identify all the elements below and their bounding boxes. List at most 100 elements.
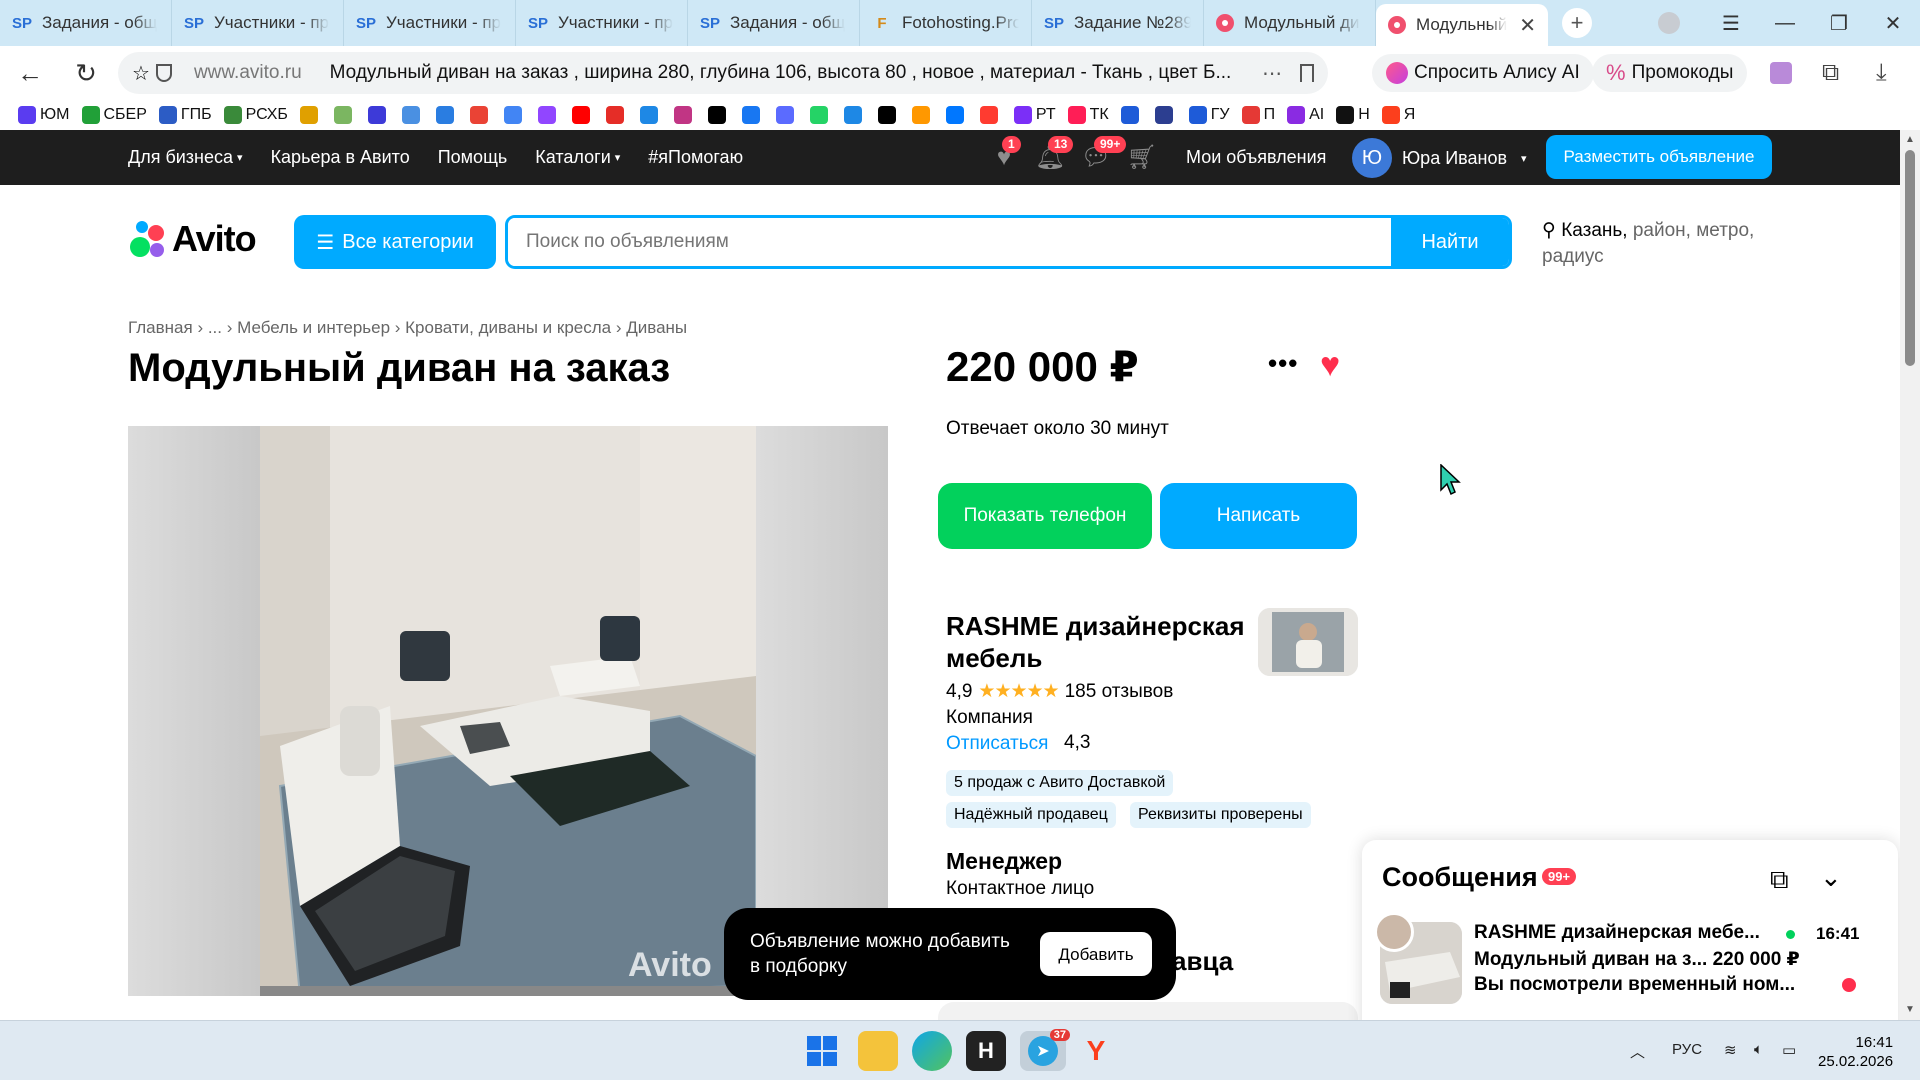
- bell-icon[interactable]: 🔔︎ 13: [1035, 135, 1074, 172]
- write-message-button[interactable]: Написать: [1160, 483, 1357, 549]
- nav-ya-pomogayu[interactable]: #яПомогаю: [648, 147, 743, 168]
- browser-tab[interactable]: SP Задание №289: [1032, 0, 1204, 46]
- edge-icon[interactable]: [912, 1031, 952, 1071]
- seller-rating[interactable]: 4,9 ★★★★★ 185 отзывов: [946, 680, 1173, 703]
- cart-icon[interactable]: 🛒︎: [1127, 144, 1157, 172]
- chat-name[interactable]: RASHME дизайнерская мебе...: [1474, 922, 1774, 944]
- bookmark-item[interactable]: [843, 106, 866, 124]
- collapse-chevron-icon[interactable]: ⌄: [1820, 862, 1842, 893]
- promo-button[interactable]: % Промокоды: [1592, 54, 1748, 92]
- browser-tab[interactable]: SP Участники - пр: [516, 0, 688, 46]
- browser-tab[interactable]: SP Участники - пр: [172, 0, 344, 46]
- avito-logo[interactable]: Avito: [128, 218, 257, 260]
- bookmark-item[interactable]: [639, 106, 662, 124]
- page-scrollbar[interactable]: ▲ ▼: [1900, 130, 1920, 1020]
- show-phone-button[interactable]: Показать телефон: [938, 483, 1152, 549]
- browser-tab[interactable]: SP Задания - общ: [688, 0, 860, 46]
- bookmark-item[interactable]: Н: [1336, 106, 1370, 124]
- star-icon[interactable]: ☆: [132, 61, 150, 86]
- yandex-browser-icon[interactable]: Y: [1076, 1031, 1116, 1071]
- battery-icon[interactable]: ▭: [1782, 1041, 1796, 1059]
- bookmark-item[interactable]: РТ: [1013, 106, 1056, 124]
- browser-tab[interactable]: SP Задания - общ: [0, 0, 172, 46]
- nav-catalogs[interactable]: Каталоги ▾: [535, 147, 620, 168]
- crumb[interactable]: Главная: [128, 318, 193, 337]
- favorites-heart-icon[interactable]: ♥ 1: [990, 135, 1021, 172]
- crumb[interactable]: Диваны: [626, 318, 687, 337]
- open-external-icon[interactable]: ⧉: [1770, 864, 1789, 896]
- scroll-down-icon[interactable]: ▼: [1905, 1004, 1915, 1015]
- more-options-icon[interactable]: •••: [1268, 348, 1298, 379]
- reload-icon[interactable]: ↻: [58, 58, 114, 89]
- start-icon[interactable]: [802, 1031, 842, 1071]
- bookmark-item[interactable]: [299, 106, 322, 124]
- scroll-up-icon[interactable]: ▲: [1905, 134, 1915, 145]
- bookmark-item[interactable]: П: [1241, 106, 1275, 124]
- seller-name[interactable]: RASHME дизайнерская мебель: [946, 610, 1266, 674]
- browser-tab[interactable]: F Fotohosting.Pro: [860, 0, 1032, 46]
- file-explorer-icon[interactable]: [858, 1031, 898, 1071]
- bookmark-item[interactable]: [707, 106, 730, 124]
- browser-tab[interactable]: Модульный ди: [1204, 0, 1376, 46]
- bookmark-item[interactable]: ТК: [1067, 106, 1109, 124]
- wifi-icon[interactable]: ≋: [1724, 1041, 1737, 1059]
- all-categories-button[interactable]: ☰ Все категории: [294, 215, 496, 269]
- browser-tab-active[interactable]: Модульный ✕: [1376, 4, 1548, 46]
- minimize-icon[interactable]: —: [1758, 12, 1812, 35]
- bookmark-item[interactable]: ГПБ: [158, 106, 212, 124]
- bookmark-item[interactable]: ЮМ: [18, 106, 70, 124]
- extensions-icon[interactable]: ⧉: [1822, 59, 1839, 87]
- bookmark-item[interactable]: [1154, 106, 1177, 124]
- bookmark-item[interactable]: [503, 106, 526, 124]
- search-input[interactable]: [508, 218, 1391, 266]
- volume-icon[interactable]: 🔈︎: [1754, 1041, 1763, 1058]
- bookmark-item[interactable]: [775, 106, 798, 124]
- nav-career[interactable]: Карьера в Авито: [271, 147, 410, 168]
- main-photo[interactable]: [260, 426, 756, 996]
- messages-icon[interactable]: 💬︎ 99+: [1081, 135, 1127, 172]
- search-button[interactable]: Найти: [1391, 218, 1509, 266]
- restore-icon[interactable]: ❐: [1812, 11, 1866, 36]
- bookmark-item[interactable]: [401, 106, 424, 124]
- bookmark-item[interactable]: [571, 106, 594, 124]
- nav-help[interactable]: Помощь: [438, 147, 508, 168]
- bookmark-item[interactable]: [741, 106, 764, 124]
- new-tab-button[interactable]: +: [1562, 8, 1592, 38]
- clock[interactable]: 16:41 25.02.2026: [1818, 1033, 1893, 1071]
- menu-icon[interactable]: ☰: [1704, 11, 1758, 36]
- bookmark-item[interactable]: СБЕР: [81, 106, 147, 124]
- bookmark-item[interactable]: РСХБ: [223, 106, 288, 124]
- bookmark-item[interactable]: ГУ: [1188, 106, 1230, 124]
- scroll-thumb[interactable]: [1905, 150, 1915, 366]
- profile-icon[interactable]: [1658, 12, 1680, 34]
- toast-add-button[interactable]: Добавить: [1040, 932, 1152, 976]
- back-icon[interactable]: ←: [2, 58, 58, 89]
- bookmark-item[interactable]: [877, 106, 900, 124]
- gallery-icon[interactable]: [1770, 62, 1792, 84]
- seller-avatar[interactable]: [1258, 608, 1358, 676]
- close-window-icon[interactable]: ✕: [1866, 11, 1920, 36]
- download-icon[interactable]: ⤓: [1876, 59, 1887, 87]
- bookmark-icon[interactable]: [1300, 64, 1314, 82]
- shield-icon[interactable]: [155, 64, 172, 82]
- bookmark-item[interactable]: Я: [1381, 106, 1415, 124]
- location-selector[interactable]: ⚲ Казань, район, метро, радиус: [1542, 218, 1782, 270]
- user-menu[interactable]: Ю Юра Иванов ▾: [1352, 138, 1527, 178]
- bookmark-item[interactable]: AI: [1287, 106, 1324, 124]
- unsubscribe-link[interactable]: Отписаться: [946, 733, 1048, 755]
- tray-chevron-icon[interactable]: ︿: [1630, 1041, 1645, 1062]
- bookmark-item[interactable]: [537, 106, 560, 124]
- url-field[interactable]: ☆ 4,3 www.avito.ru Модульный диван на за…: [118, 52, 1328, 753]
- close-tab-icon[interactable]: ✕: [1519, 13, 1536, 38]
- bookmark-item[interactable]: [979, 106, 1002, 124]
- bookmark-item[interactable]: [809, 106, 832, 124]
- nav-business[interactable]: Для бизнеса ▾: [128, 147, 243, 168]
- language-indicator[interactable]: РУС: [1672, 1041, 1702, 1058]
- more-dots-icon[interactable]: ⋯: [1262, 61, 1282, 86]
- bookmark-item[interactable]: [469, 106, 492, 124]
- bookmark-item[interactable]: [605, 106, 628, 124]
- crumb[interactable]: Мебель и интерьер: [237, 318, 390, 337]
- bookmark-item[interactable]: [911, 106, 934, 124]
- bookmark-item[interactable]: [367, 106, 390, 124]
- bookmark-item[interactable]: [945, 106, 968, 124]
